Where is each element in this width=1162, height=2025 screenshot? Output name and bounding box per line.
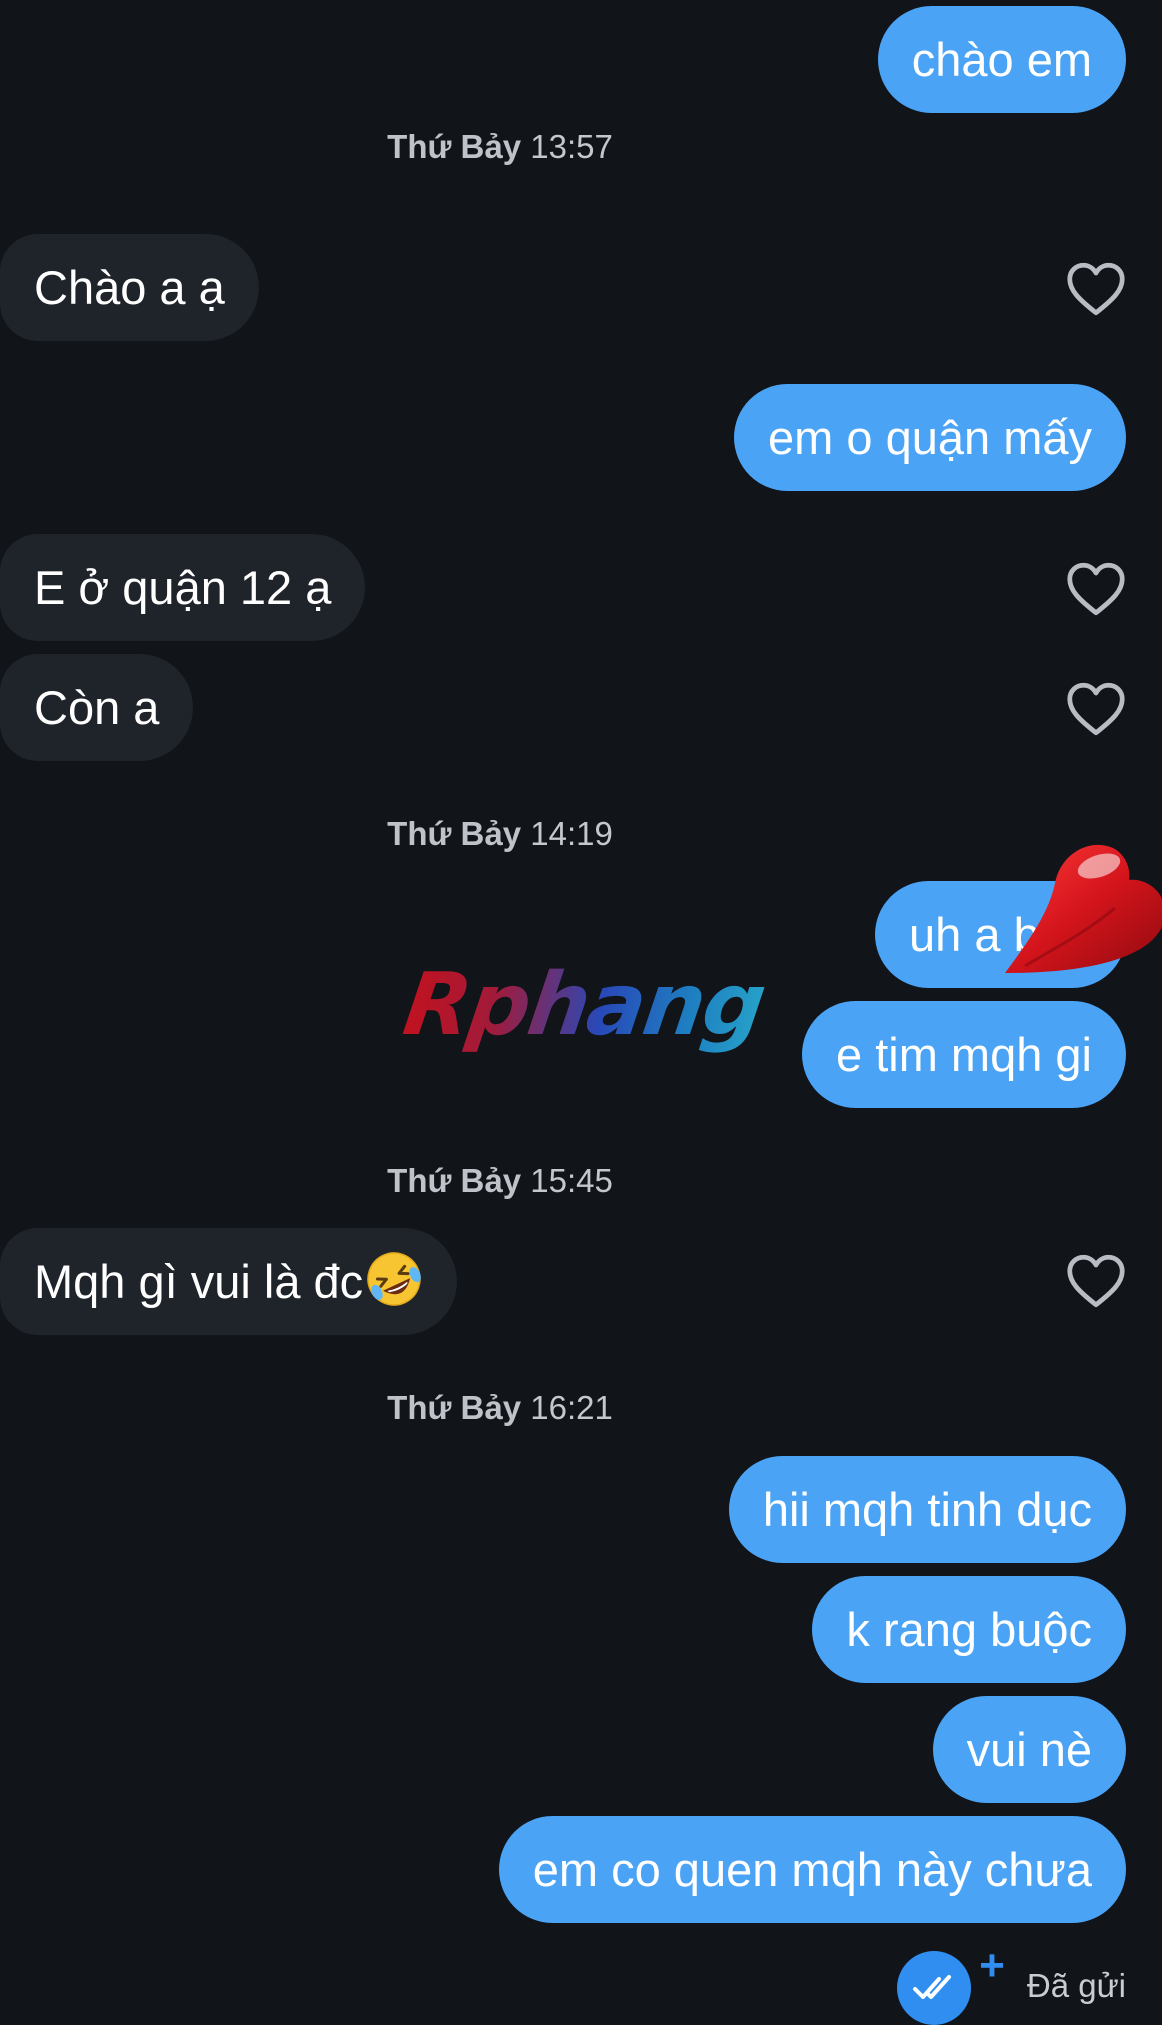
delivery-status: + Đã gửi xyxy=(897,1941,1126,2025)
outgoing-message[interactable]: hii mqh tinh dục xyxy=(728,1456,1126,1563)
timestamp-day: Thứ Bảy xyxy=(387,1389,522,1426)
heart-outline-icon[interactable] xyxy=(1066,1253,1126,1309)
timestamp-time: 14:19 xyxy=(530,815,613,852)
incoming-message[interactable]: Còn a xyxy=(0,654,194,761)
timestamp-time: 15:45 xyxy=(530,1162,613,1199)
rolling-on-floor-laughing-emoji xyxy=(365,1238,423,1306)
outgoing-message[interactable]: e tim mqh gi xyxy=(802,1001,1126,1108)
incoming-message[interactable]: E ở quận 12 ạ xyxy=(0,534,366,641)
outgoing-message[interactable]: chào em xyxy=(877,6,1126,113)
timestamp-day: Thứ Bảy xyxy=(387,1162,522,1199)
timestamp: Thứ Bảy 16:21 xyxy=(0,1389,1000,1427)
incoming-message[interactable]: Mqh gì vui là đc xyxy=(0,1228,458,1335)
timestamp: Thứ Bảy 15:45 xyxy=(0,1162,1000,1200)
outgoing-message[interactable]: k rang buộc xyxy=(812,1576,1126,1683)
watermark-logo: Rphang xyxy=(397,955,770,1055)
message-text: Mqh gì vui là đc xyxy=(34,1255,364,1308)
timestamp-day: Thứ Bảy xyxy=(387,128,522,165)
outgoing-message[interactable]: vui nè xyxy=(932,1696,1126,1803)
double-check-icon xyxy=(897,1951,972,2025)
timestamp: Thứ Bảy 14:19 xyxy=(0,815,1000,853)
sent-status-label: Đã gửi xyxy=(1026,1967,1126,2004)
timestamp-time: 16:21 xyxy=(530,1389,613,1426)
timestamp-day: Thứ Bảy xyxy=(387,815,522,852)
timestamp-time: 13:57 xyxy=(530,128,613,165)
outgoing-message[interactable]: em o quận mấy xyxy=(734,384,1126,491)
outgoing-message[interactable]: em co quen mqh này chưa xyxy=(498,1816,1126,1923)
heart-outline-icon[interactable] xyxy=(1066,561,1126,617)
heart-outline-icon[interactable] xyxy=(1066,261,1126,317)
chat-thread: chào em Thứ Bảy 13:57 Chào a ạ em o quận… xyxy=(0,0,1162,2025)
incoming-message[interactable]: Chào a ạ xyxy=(0,234,259,341)
timestamp: Thứ Bảy 13:57 xyxy=(0,128,1000,166)
heart-outline-icon[interactable] xyxy=(1066,681,1126,737)
plus-icon[interactable]: + xyxy=(979,1941,1005,1991)
red-heart-icon xyxy=(995,838,1162,988)
